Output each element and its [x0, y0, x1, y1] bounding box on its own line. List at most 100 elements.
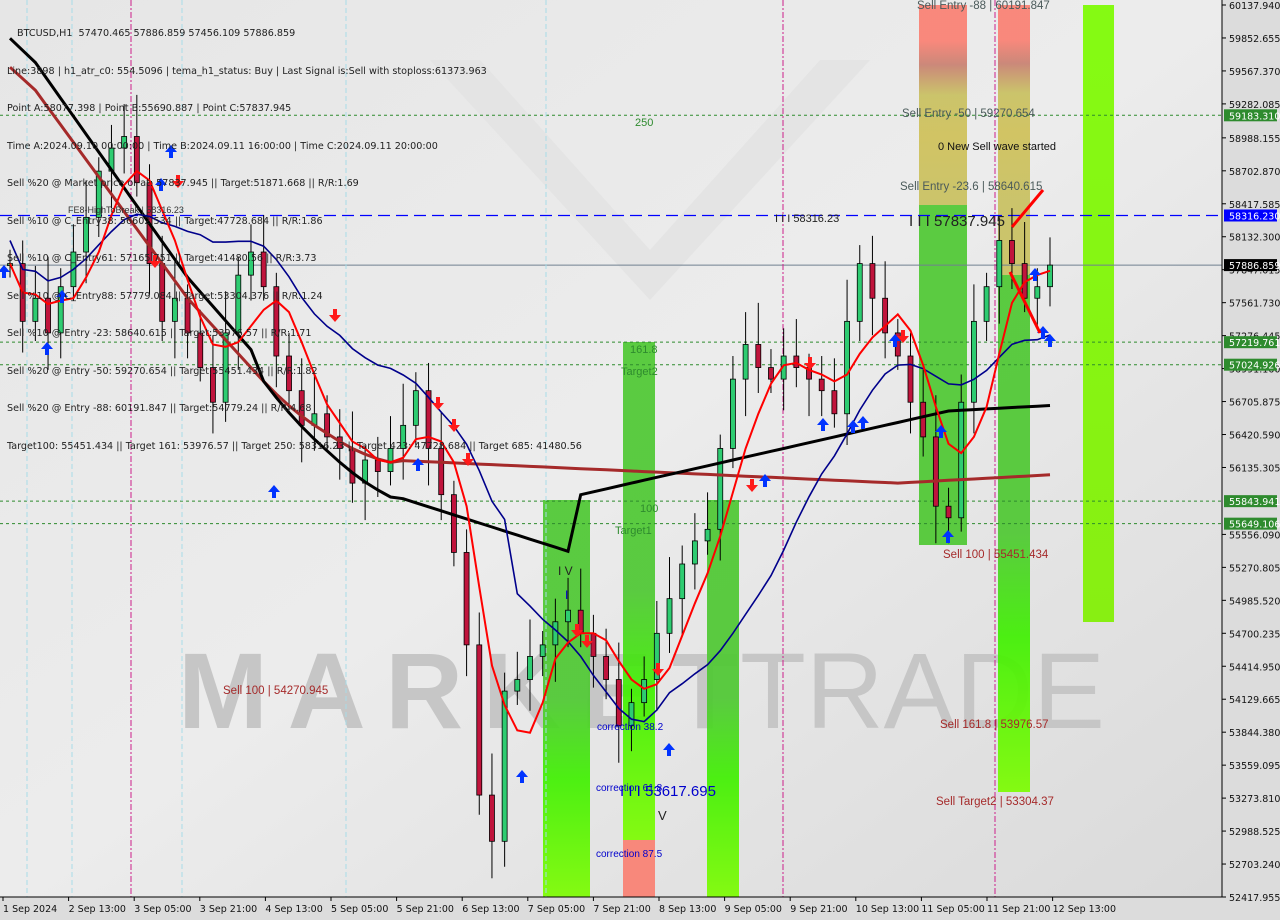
candle-bear [793, 355, 800, 368]
info-line: Sell %10 @ C_Entry38: 56602.534 || Targe… [7, 215, 323, 227]
chart-annotation: Sell Entry -88 | 60191.847 [917, 0, 1050, 12]
price-tick-label: 58417.585 [1229, 200, 1280, 211]
price-tick-label: 58988.155 [1229, 134, 1280, 145]
candle-bear [920, 401, 927, 438]
time-tick-label: 12 Sep 13:00 [1053, 904, 1116, 915]
signal-zone-band [543, 500, 590, 897]
candle-bear [945, 505, 952, 519]
price-tick-label: 59852.655 [1229, 34, 1280, 45]
candle-bear [603, 656, 609, 680]
candle-bear [463, 552, 470, 646]
info-line: Sell %20 @ Market price or at: 57837.945… [7, 178, 359, 189]
candle-bull [983, 286, 990, 322]
candle-bear [489, 794, 495, 842]
price-tick-label: 56705.875 [1229, 398, 1280, 409]
price-tick-label: 54414.950 [1229, 662, 1280, 673]
candle-bull [958, 401, 965, 519]
candle-bull [641, 679, 648, 704]
price-tick-label: 53273.810 [1229, 794, 1280, 805]
time-tick-label: 7 Sep 05:00 [528, 904, 585, 915]
chart-annotation: Sell Target2 | 53304.37 [936, 796, 1054, 808]
candle-bull [501, 690, 508, 842]
candle-bull [704, 528, 711, 542]
candle-bear [818, 378, 825, 392]
candle-bull [844, 320, 850, 415]
price-tick-label: 54700.235 [1229, 629, 1280, 640]
price-tick-label: 56420.590 [1229, 431, 1280, 442]
candle-bull [666, 598, 673, 634]
candle-bull [691, 540, 698, 565]
candle-bull [679, 563, 686, 600]
signal-zone-band [623, 342, 655, 840]
time-tick-label: 3 Sep 21:00 [200, 904, 257, 915]
candle-bear [768, 367, 774, 380]
time-tick-label: 2 Sep 13:00 [69, 904, 126, 915]
price-label-text: 58316.230 [1229, 211, 1280, 222]
candle-bull [856, 263, 863, 322]
price-label-text: 57024.926 [1229, 361, 1280, 372]
price-tick-label: 59282.085 [1229, 100, 1280, 111]
price-tick-label: 52417.955 [1229, 893, 1280, 904]
chart-annotation: I I I 57837.945 [909, 213, 1005, 230]
time-tick-label: 9 Sep 21:00 [790, 904, 847, 915]
chart-annotation: correction 87.5 [596, 849, 663, 860]
time-tick-label: 8 Sep 13:00 [659, 904, 716, 915]
chart-annotation: Sell 161.8 | 53976.57 [940, 719, 1049, 731]
candle-bear [476, 644, 483, 796]
chart-annotation: V [658, 808, 667, 823]
info-line: Point A:58077.398 | Point B:55690.887 | … [7, 103, 292, 114]
price-tick-label: 53559.095 [1229, 761, 1280, 772]
chart-annotation: I I I 53617.695 [620, 783, 716, 800]
info-line: Sell %10 @ Entry -23: 58640.615 || Targe… [7, 328, 312, 339]
price-label-text: 55649.106 [1229, 520, 1280, 531]
time-tick-label: 3 Sep 05:00 [134, 904, 191, 915]
candle-bear [869, 263, 876, 299]
chart-annotation: Target2 [621, 366, 658, 378]
chart-annotation: Sell 100 | 54270.945 [223, 685, 328, 697]
price-tick-label: 57561.730 [1229, 299, 1280, 310]
chart-annotation: 100 [640, 503, 658, 515]
watermark-text: TRADE [740, 630, 1105, 751]
symbol-ohlc-line: BTCUSD,H1 57470.465 57886.859 57456.109 … [17, 28, 296, 39]
candle-bull [996, 240, 1003, 288]
candle-bull [527, 656, 533, 680]
time-tick-label: 5 Sep 05:00 [331, 904, 388, 915]
price-tick-label: 58132.300 [1229, 233, 1280, 244]
candle-bull [1034, 286, 1041, 299]
price-tick-label: 56135.305 [1229, 463, 1280, 474]
candle-bull [730, 378, 736, 449]
info-line: Sell %20 @ Entry -50: 59270.654 || Targe… [7, 365, 318, 377]
candle-bear [615, 679, 622, 727]
signal-zone-band [998, 5, 1030, 200]
candle-bear [932, 436, 939, 507]
chart-annotation: 161.8 [630, 344, 658, 356]
price-label-text: 59183.310 [1229, 111, 1280, 122]
candle-bear [755, 344, 762, 368]
candle-bull [565, 609, 571, 623]
price-tick-label: 52703.240 [1229, 860, 1280, 871]
chart-annotation: Sell Entry -50 | 59270.654 [902, 108, 1035, 120]
chart-annotation: Sell Entry -23.6 | 58640.615 [900, 181, 1042, 193]
signal-zone-band [998, 275, 1030, 792]
candle-bull [539, 644, 546, 657]
candle-bear [590, 632, 597, 657]
chart-info-panel: BTCUSD,H1 57470.465 57886.859 57456.109 … [7, 3, 582, 466]
chart-annotation: correction 38.2 [597, 722, 664, 733]
price-tick-label: 55556.090 [1229, 530, 1280, 541]
chart-annotation: Target1 [615, 525, 652, 537]
time-tick-label: 11 Sep 21:00 [987, 904, 1050, 915]
price-tick-label: 54129.665 [1229, 695, 1280, 706]
price-tick-label: 53844.380 [1229, 728, 1280, 739]
time-tick-label: 5 Sep 21:00 [397, 904, 454, 915]
candle-bull [552, 621, 559, 646]
time-tick-label: 7 Sep 21:00 [593, 904, 650, 915]
chart-annotation: I [565, 588, 568, 602]
candle-bear [831, 390, 838, 415]
chart-annotation: I I I 58316.23 [775, 213, 839, 225]
price-label-text: 55843.941 [1229, 497, 1280, 508]
candle-bull [1047, 264, 1053, 288]
candle-bull [514, 679, 521, 692]
price-tick-label: 55270.805 [1229, 563, 1280, 574]
candle-bear [1009, 240, 1015, 264]
info-line: Line:3898 | h1_atr_c0: 554.5096 | tema_h… [7, 65, 487, 77]
